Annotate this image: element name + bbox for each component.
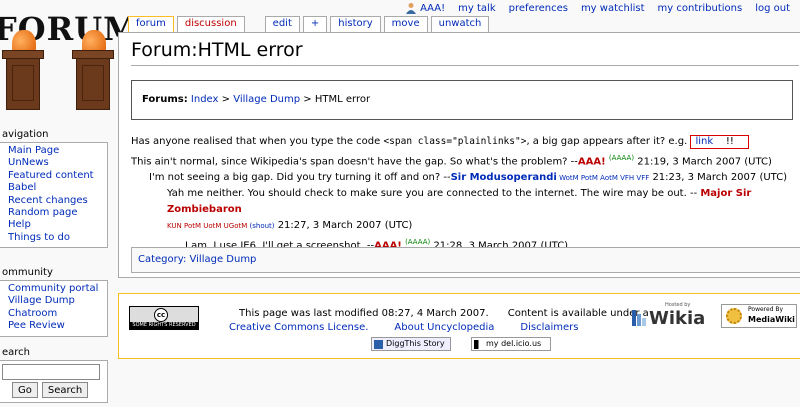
post-text: Yah me neither. You should check to make…	[167, 188, 701, 200]
post-2: I'm not seeing a big gap. Did you try tu…	[131, 170, 800, 186]
cc-badge-text: SOME RIGHTS RESERVED	[130, 322, 198, 329]
nav-recent-changes[interactable]: Recent changes	[8, 195, 88, 206]
delicious-icon	[474, 340, 483, 349]
nav-featured-content[interactable]: Featured content	[8, 170, 94, 181]
mediawiki-badge[interactable]: Powered By MediaWiki	[721, 304, 797, 328]
go-button[interactable]: Go	[12, 382, 38, 398]
code-snippet: <span class="plainlinks">	[383, 136, 527, 147]
timestamp: 21:23, 3 March 2007 (UTC)	[649, 172, 788, 184]
nav-things-to-do[interactable]: Things to do	[8, 232, 70, 243]
my-talk-link[interactable]: my talk	[458, 3, 495, 14]
navigation-heading: avigation	[2, 129, 49, 140]
nav-help[interactable]: Help	[8, 219, 31, 230]
nav-unnews[interactable]: UnNews	[8, 157, 49, 168]
category-village-dump[interactable]: Village Dump	[190, 254, 257, 265]
digg-icon	[374, 340, 383, 349]
pee-review-link[interactable]: Pee Review	[8, 320, 65, 331]
navigation-portlet: avigation Main Page UnNews Featured cont…	[0, 128, 108, 249]
page-tabs: forum discussion edit + history move unw…	[128, 16, 490, 32]
tab-forum[interactable]: forum	[128, 16, 174, 32]
nav-babel[interactable]: Babel	[8, 182, 36, 193]
community-portlet: ommunity Community portal Village Dump C…	[0, 266, 108, 337]
my-contributions-link[interactable]: my contributions	[658, 3, 743, 14]
nav-main-page[interactable]: Main Page	[8, 145, 59, 156]
wikia-badge[interactable]: Hosted by Wikia	[631, 302, 711, 332]
cc-icon: cc	[154, 308, 168, 322]
creative-commons-badge[interactable]: cc SOME RIGHTS RESERVED	[129, 306, 199, 330]
preferences-link[interactable]: preferences	[509, 3, 568, 14]
footer: cc SOME RIGHTS RESERVED This page was la…	[118, 293, 800, 359]
signature-aaa-talk[interactable]: (AAAA)	[405, 238, 430, 246]
category-label[interactable]: Category:	[138, 254, 186, 265]
personal-toolbar: AAA! my talk preferences my watchlist my…	[405, 0, 800, 16]
signature-aaa[interactable]: AAA!	[578, 156, 606, 167]
post-1: Has anyone realised that when you type t…	[131, 134, 800, 170]
post-3: Yah me neither. You should check to make…	[131, 186, 800, 234]
site-logo[interactable]: FORUM	[0, 0, 139, 120]
wikia-label: Wikia	[649, 308, 706, 329]
chatroom-link[interactable]: Chatroom	[8, 308, 57, 319]
example-link-box: link !!	[690, 135, 749, 149]
content-area: Forum:HTML error Forums: Index > Village…	[118, 32, 800, 278]
content-availability: Content is available under a	[507, 308, 649, 319]
breadcrumb-village-dump[interactable]: Village Dump	[233, 94, 300, 105]
example-exclamation: !!	[725, 136, 734, 147]
wikia-icon	[632, 310, 646, 326]
user-awards: KUN PotM UotM UGotM	[167, 222, 248, 231]
delicious-button[interactable]: my del.icio.us	[471, 337, 551, 351]
log-out-link[interactable]: log out	[755, 3, 790, 14]
thread-body: Has anyone realised that when you type t…	[131, 134, 800, 255]
timestamp: 21:27, 3 March 2007 (UTC)	[274, 220, 413, 232]
user-icon	[406, 3, 417, 14]
disclaimers-link[interactable]: Disclaimers	[520, 322, 578, 333]
logo-podium-right	[72, 50, 114, 110]
digg-label: DiggThis Story	[386, 339, 445, 348]
user-link[interactable]: AAA!	[420, 3, 445, 14]
tab-history[interactable]: history	[330, 16, 381, 32]
footer-links: Creative Commons License. About Uncyclop…	[229, 322, 578, 333]
breadcrumb-index[interactable]: Index	[191, 94, 219, 105]
search-heading: earch	[2, 347, 31, 358]
community-portal-link[interactable]: Community portal	[8, 283, 98, 294]
tab-move[interactable]: move	[383, 16, 428, 32]
search-input[interactable]	[2, 364, 100, 380]
search-portlet: earch Go Search	[0, 346, 108, 403]
delicious-label: my del.icio.us	[486, 339, 542, 348]
post-text: This ain't normal, since Wikipedia's spa…	[131, 156, 578, 168]
category-links: Category: Village Dump	[131, 247, 800, 273]
mediawiki-label: MediaWiki	[748, 315, 795, 324]
footer-info: This page was last modified 08:27, 4 Mar…	[239, 308, 649, 319]
tab-unwatch[interactable]: unwatch	[430, 16, 490, 32]
nav-random-page[interactable]: Random page	[8, 207, 78, 218]
breadcrumb-current: HTML error	[314, 94, 371, 105]
forum-breadcrumb: Forums: Index > Village Dump > HTML erro…	[131, 80, 793, 120]
post-text: Has anyone realised that when you type t…	[131, 136, 384, 147]
tab-add-section[interactable]: +	[302, 16, 328, 32]
tab-edit[interactable]: edit	[264, 16, 300, 32]
timestamp: 21:19, 3 March 2007 (UTC)	[634, 156, 772, 168]
my-watchlist-link[interactable]: my watchlist	[581, 3, 645, 14]
logo-podium-left	[2, 50, 44, 110]
community-heading: ommunity	[2, 267, 53, 278]
example-link[interactable]: link	[695, 136, 713, 147]
about-link[interactable]: About Uncyclopedia	[394, 322, 494, 333]
signature-sir-modusoperandi[interactable]: Sir Modusoperandi	[451, 172, 557, 183]
post-text: , a big gap appears after it? e.g.	[526, 136, 691, 147]
shout-link[interactable]: (shout)	[247, 222, 275, 230]
breadcrumb-separator: >	[221, 94, 231, 105]
digg-button[interactable]: DiggThis Story	[371, 337, 451, 351]
forums-label: Forums:	[142, 94, 188, 105]
search-button[interactable]: Search	[41, 382, 89, 398]
village-dump-link[interactable]: Village Dump	[8, 295, 75, 306]
last-modified: This page was last modified 08:27, 4 Mar…	[239, 308, 489, 319]
mediawiki-icon	[726, 308, 742, 324]
page-title: Forum:HTML error	[131, 39, 799, 66]
user-awards: WotM PotM AotM VFH VFF	[556, 174, 650, 183]
post-text: I'm not seeing a big gap. Did you try tu…	[149, 172, 451, 184]
breadcrumb-separator: >	[303, 94, 312, 105]
mediawiki-powered-label: Powered By	[748, 306, 784, 313]
signature-aaa-talk[interactable]: (AAAA)	[609, 154, 634, 162]
tab-discussion[interactable]: discussion	[176, 16, 245, 32]
license-link[interactable]: Creative Commons License.	[229, 322, 368, 333]
